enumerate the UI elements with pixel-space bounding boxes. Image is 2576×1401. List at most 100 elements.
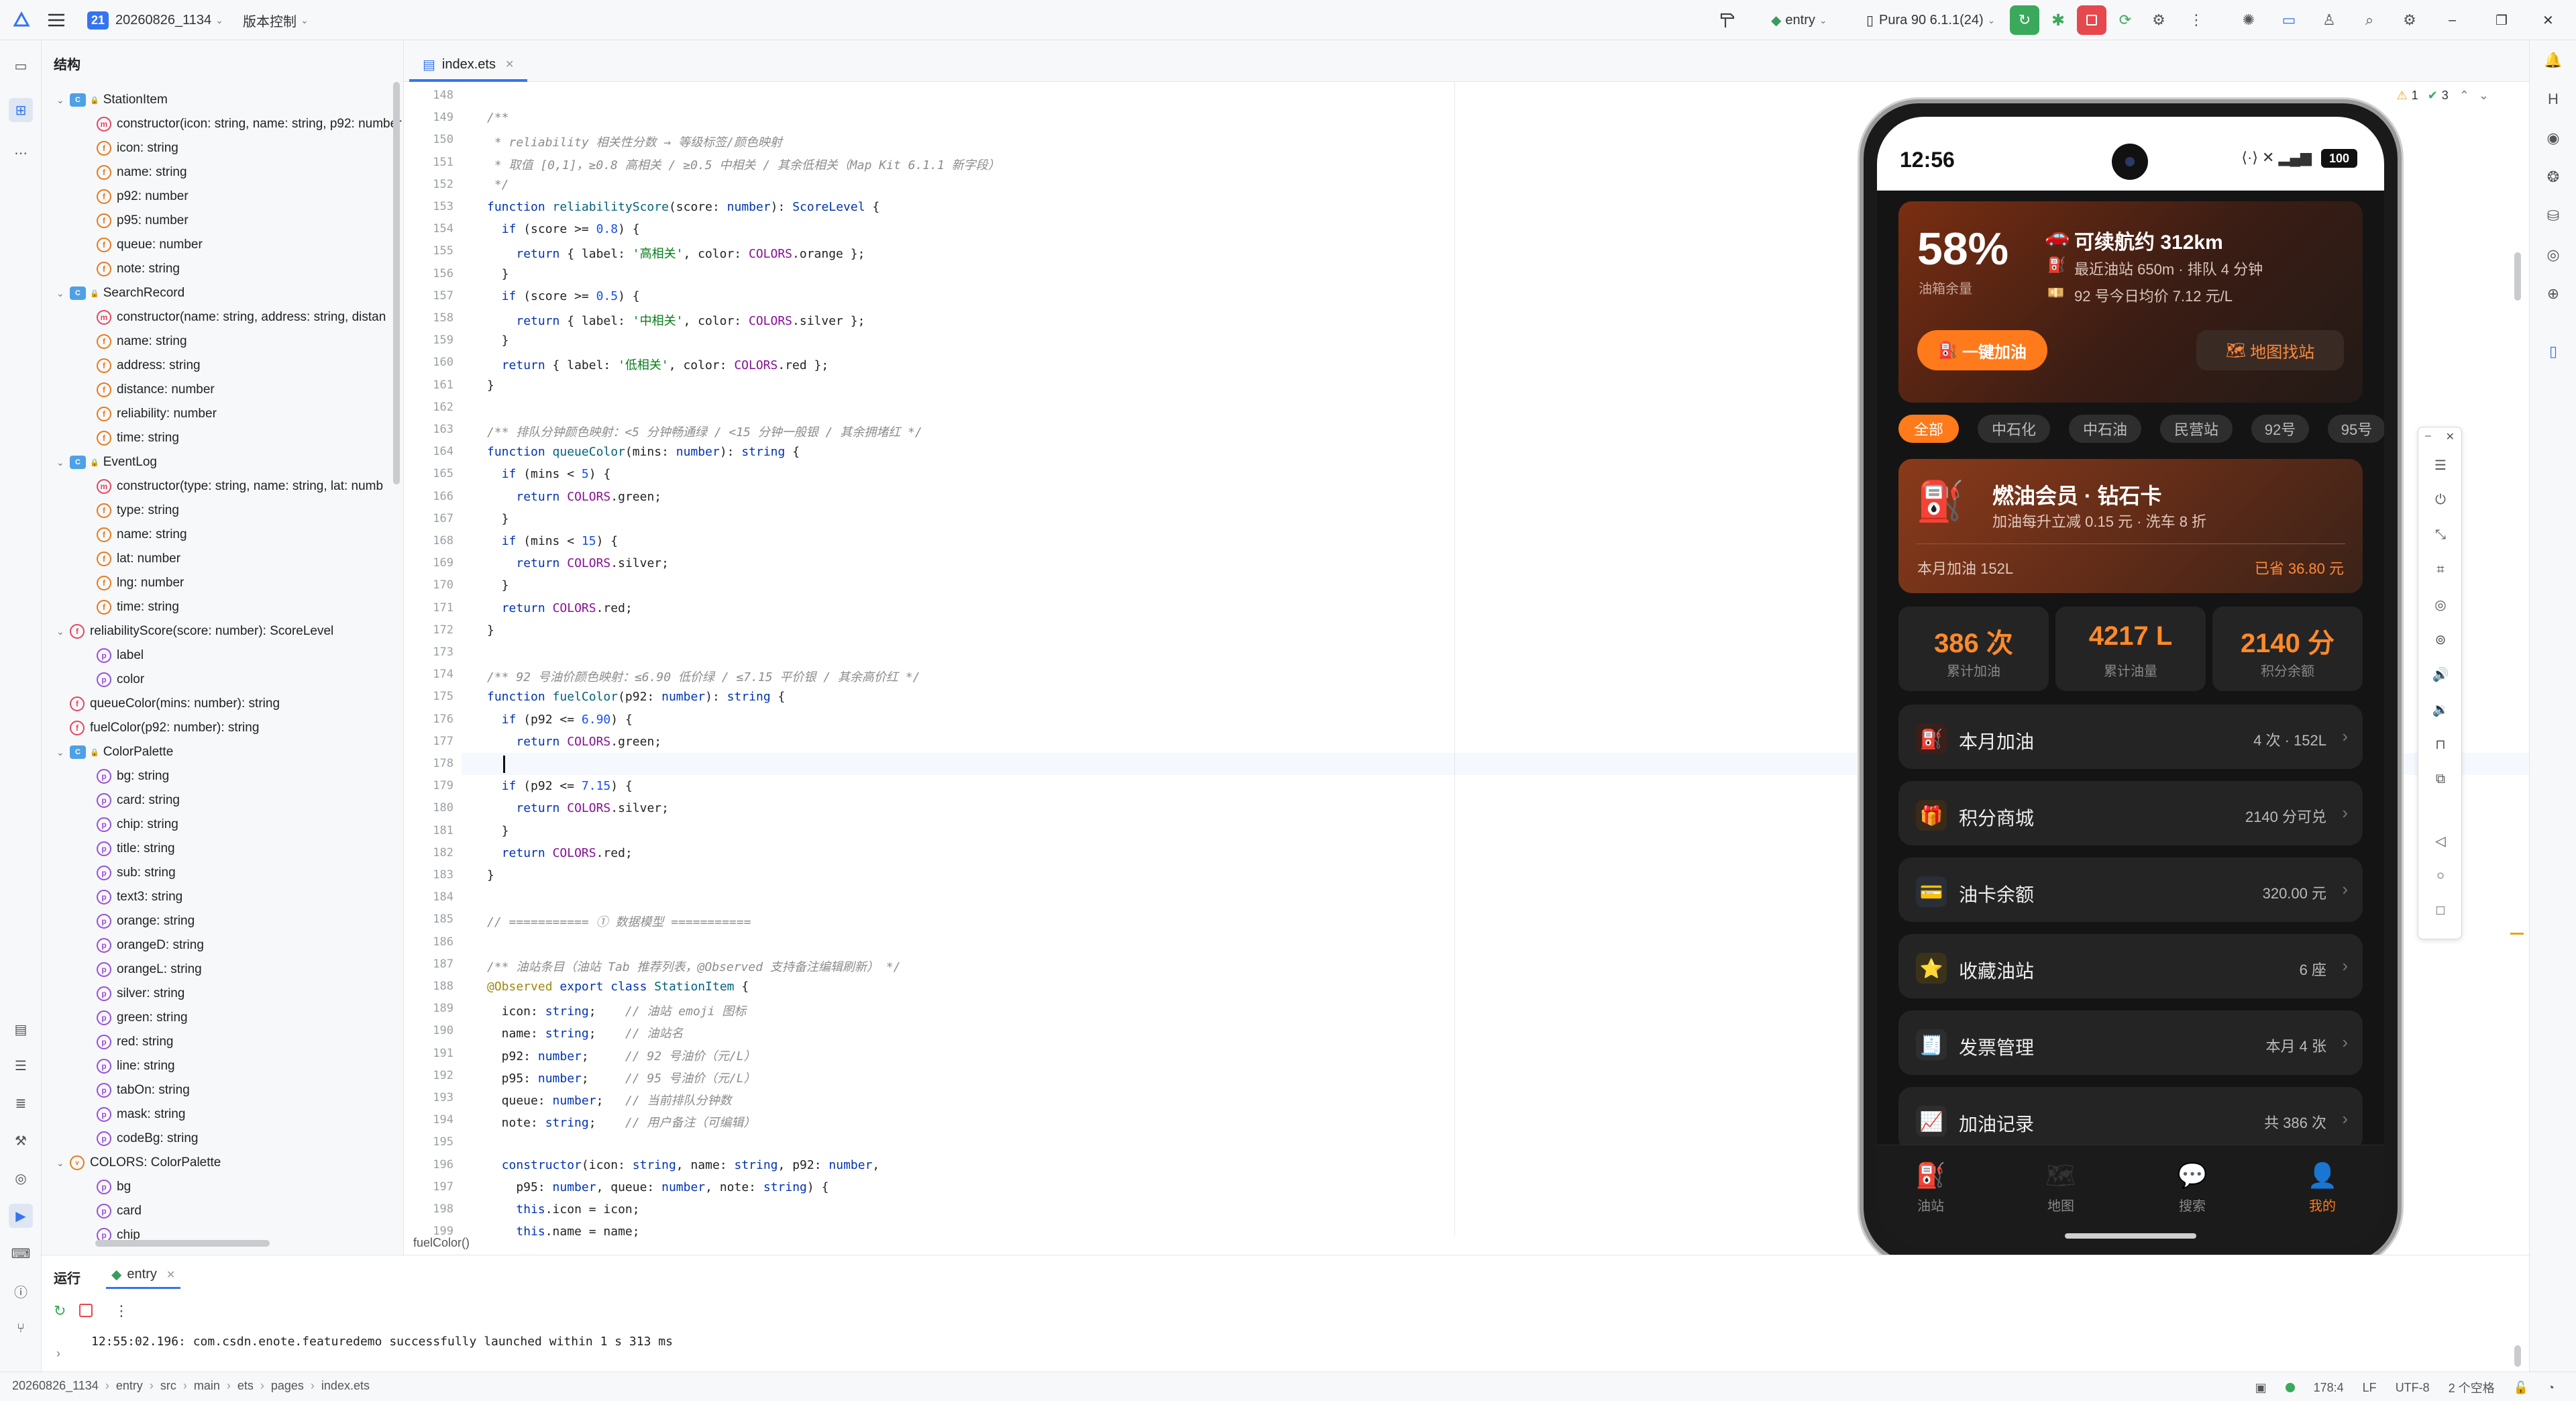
menu-item[interactable]: 🧾 发票管理 本月 4 张 › [1898, 1010, 2363, 1075]
structure-row[interactable]: f name: string [83, 330, 187, 353]
structure-row[interactable]: f reliability: number [83, 403, 217, 425]
structure-row[interactable]: p card: string [83, 789, 180, 812]
menu-item[interactable]: ⛽ 本月加油 4 次 · 152L › [1898, 705, 2363, 769]
code-line[interactable]: return { label: '低相关', color: COLORS.red… [487, 356, 829, 373]
path-segment[interactable]: pages [271, 1379, 304, 1393]
chevron-down-icon[interactable]: ⌄ [56, 288, 70, 299]
code-line[interactable]: // =========== ① 数据模型 =========== [487, 913, 751, 930]
code-line[interactable]: } [487, 868, 494, 882]
code-line[interactable]: this.name = name; [487, 1225, 639, 1239]
code-line[interactable]: } [487, 824, 509, 838]
code-line[interactable]: function reliabilityScore(score: number)… [487, 200, 879, 214]
eye-icon[interactable]: ◎ [2541, 243, 2565, 267]
layers-icon[interactable]: ≣ [9, 1091, 33, 1115]
module-selector[interactable]: ◆ entry ⌄ [1771, 5, 1827, 35]
assistant-icon[interactable]: ◉ [2541, 126, 2565, 150]
code-line[interactable]: constructor(icon: string, name: string, … [487, 1158, 880, 1172]
structure-row[interactable]: p green: string [83, 1006, 188, 1029]
structure-row[interactable]: ⌄ C 🔒 ColorPalette [56, 741, 173, 764]
structure-row[interactable]: f fuelColor(p92: number): string [56, 717, 259, 739]
code-line[interactable]: return COLORS.red; [487, 601, 633, 615]
rerun-icon[interactable]: ↻ [2010, 5, 2039, 35]
chevron-down-icon[interactable]: ⌄ [56, 457, 70, 468]
structure-row[interactable]: p red: string [83, 1031, 173, 1053]
folder-icon[interactable]: ▭ [2274, 5, 2304, 35]
filter-chip[interactable]: 92号 [2251, 415, 2309, 443]
recents-icon[interactable]: □ [2430, 900, 2451, 921]
chevron-down-icon[interactable]: ⌄ [56, 626, 70, 637]
code-line[interactable]: return COLORS.green; [487, 735, 661, 749]
indent-setting[interactable]: 2 个空格 [2449, 1379, 2495, 1396]
structure-row[interactable]: p line: string [83, 1055, 175, 1078]
console-icon[interactable]: ⌨ [9, 1241, 33, 1265]
filter-chip[interactable]: 全部 [1898, 415, 1959, 443]
power-icon[interactable]: ⏻ [2430, 489, 2451, 511]
path-segment[interactable]: index.ets [321, 1379, 370, 1393]
stop-icon[interactable] [79, 1304, 93, 1317]
structure-row[interactable]: p text3: string [83, 886, 182, 909]
account-icon[interactable]: ♙ [2314, 5, 2344, 35]
copilot-icon[interactable]: ❂ [2541, 165, 2565, 189]
minimize-icon[interactable]: – [2449, 5, 2456, 35]
more-vertical-icon[interactable]: ⋮ [2182, 5, 2211, 35]
structure-row[interactable]: p color [83, 668, 144, 691]
minimize-icon[interactable]: – [2425, 430, 2431, 442]
structure-row[interactable]: m constructor(icon: string, name: string,… [83, 113, 402, 136]
code-line[interactable]: } [487, 267, 509, 281]
structure-row[interactable]: p bg [83, 1176, 131, 1198]
structure-row[interactable]: p orangeL: string [83, 958, 202, 981]
code-line[interactable]: return COLORS.green; [487, 490, 661, 504]
code-line[interactable]: function queueColor(mins: number): strin… [487, 445, 800, 459]
run-icon[interactable]: ▶ [9, 1204, 33, 1228]
filter-chip[interactable]: 民营站 [2160, 415, 2233, 443]
structure-row[interactable]: f time: string [83, 427, 179, 450]
code-line[interactable]: return COLORS.red; [487, 846, 633, 860]
console-scrollbar[interactable] [2514, 1345, 2521, 1367]
menu-item[interactable]: 📈 加油记录 共 386 次 › [1898, 1087, 2363, 1151]
database-icon[interactable]: ⛁ [2541, 204, 2565, 228]
more-horizontal-icon[interactable]: ⋯ [9, 141, 33, 165]
structure-hscrollbar[interactable] [95, 1240, 270, 1247]
structure-row[interactable]: p bg: string [83, 765, 169, 788]
structure-row[interactable]: f queue: number [83, 234, 203, 256]
code-line[interactable]: icon: string; // 油站 emoji 图标 [487, 1002, 747, 1019]
map-find-button[interactable]: 🗺 地图找站 [2196, 330, 2344, 370]
path-segment[interactable]: ets [237, 1379, 254, 1393]
code-line[interactable]: */ [487, 178, 509, 192]
code-line[interactable]: function fuelColor(p92: number): string … [487, 690, 785, 704]
structure-row[interactable]: ⌄ C 🔒 SearchRecord [56, 282, 184, 305]
inspection-widget[interactable]: ⚠ 1 ✔ 3 ⌃ ⌄ [2397, 89, 2489, 103]
terminal-icon[interactable]: ▤ [9, 1017, 33, 1041]
tab-我的[interactable]: 👤 我的 [2282, 1161, 2363, 1214]
close-tab-icon[interactable]: ✕ [166, 1268, 175, 1282]
debug-icon[interactable]: ✱ [2043, 5, 2073, 35]
structure-row[interactable]: f name: string [83, 523, 187, 546]
path-segment[interactable]: 20260826_1134 [12, 1379, 99, 1393]
structure-row[interactable]: p orange: string [83, 910, 195, 933]
code-line[interactable]: * 取值 [0,1]，≥0.8 高相关 / ≥0.5 中相关 / 其余低相关（M… [487, 156, 1000, 173]
code-line[interactable]: } [487, 578, 509, 592]
code-line[interactable]: /** [487, 111, 509, 125]
back-icon[interactable]: ◁ [2430, 830, 2451, 851]
code-line[interactable]: /** 油站条目（油站 Tab 推荐列表，@Observed 支持备注编辑刷新）… [487, 957, 900, 975]
inspection-icon[interactable]: ◔ [2547, 1381, 2555, 1395]
code-line[interactable]: /** 92 号油价颜色映射：≤6.90 低价绿 / ≤7.15 平价银 / 其… [487, 668, 920, 685]
settings-gear-icon[interactable]: ⚙ [2395, 5, 2424, 35]
code-line[interactable]: return { label: '中相关', color: COLORS.sil… [487, 311, 865, 329]
structure-row[interactable]: f time: string [83, 596, 179, 619]
more-vertical-icon[interactable]: ⋮ [114, 1302, 129, 1320]
menu-item[interactable]: 💳 油卡余额 320.00 元 › [1898, 858, 2363, 922]
tab-油站[interactable]: ⛽ 油站 [1890, 1161, 1971, 1214]
code-line[interactable]: if (score >= 0.8) { [487, 222, 640, 236]
code-line[interactable]: if (p92 <= 6.90) { [487, 713, 633, 727]
location-icon[interactable]: ⊚ [2430, 629, 2451, 650]
structure-row[interactable]: p sub: string [83, 862, 176, 884]
structure-row[interactable]: f queueColor(mins: number): string [56, 692, 280, 715]
structure-row[interactable]: f distance: number [83, 378, 215, 401]
code-line[interactable]: queue: number; // 当前排队分钟数 [487, 1091, 732, 1108]
code-line[interactable]: return COLORS.silver; [487, 556, 669, 570]
git-branch-icon[interactable]: ⑂ [9, 1316, 33, 1341]
previewer-phone-icon[interactable]: ▯ [2541, 340, 2565, 364]
code-line[interactable]: } [487, 623, 494, 637]
menu-item[interactable]: ⭐ 收藏油站 6 座 › [1898, 934, 2363, 998]
